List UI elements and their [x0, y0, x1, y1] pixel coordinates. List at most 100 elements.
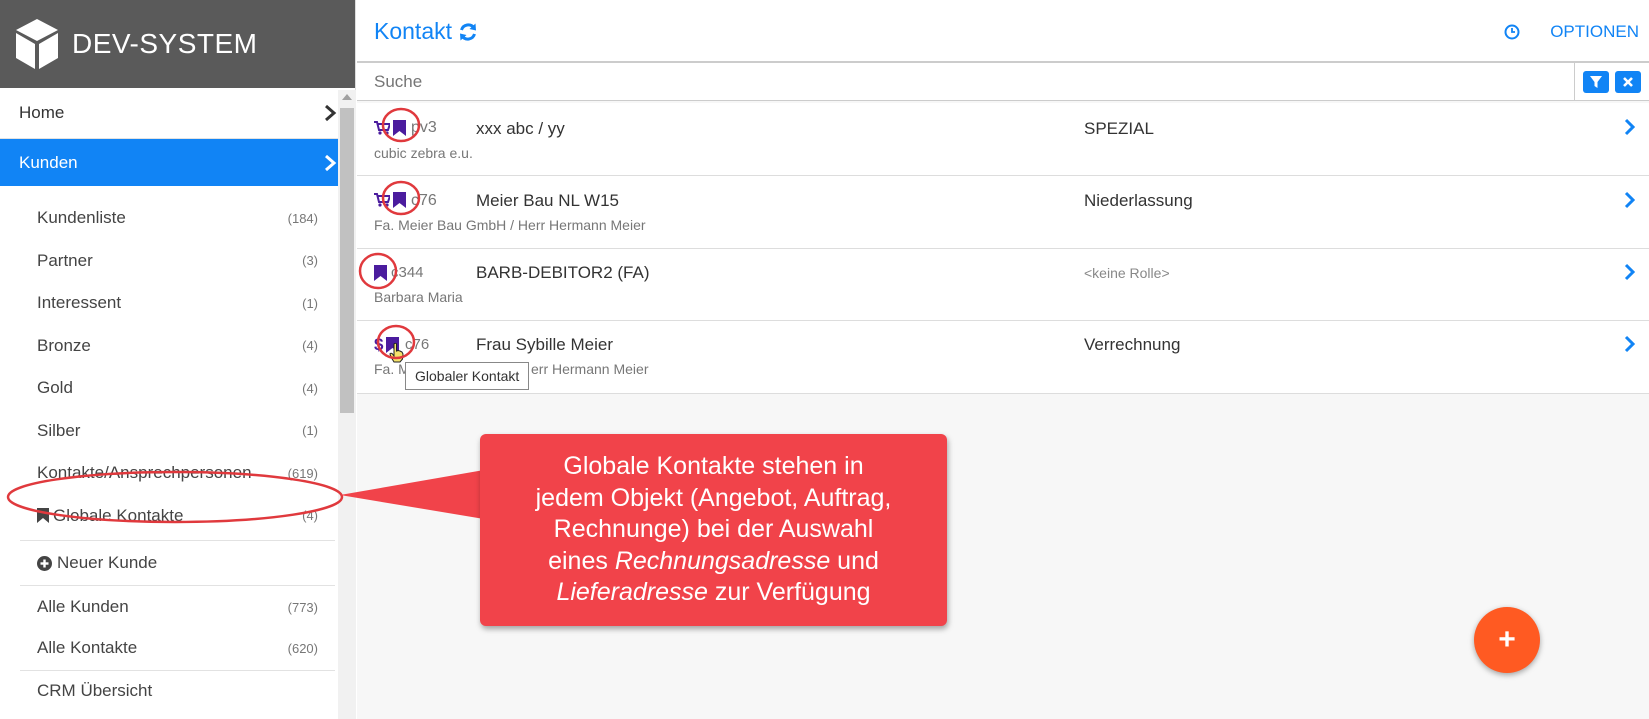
sidebar-item-silber[interactable]: Silber (1) [0, 410, 355, 453]
hand-cursor-icon [389, 343, 404, 363]
filter-icon [1590, 75, 1602, 88]
chevron-right-icon[interactable] [1623, 335, 1635, 353]
search-input[interactable] [357, 63, 1575, 100]
callout-text: eines [548, 546, 615, 575]
chevron-right-icon[interactable] [1623, 118, 1635, 136]
nav-kunden[interactable]: Kunden [0, 139, 355, 186]
contact-name: xxx abc / yy [476, 119, 565, 138]
refresh-icon[interactable] [458, 22, 478, 42]
contact-code: pv3 [411, 119, 437, 136]
contact-list: pv3 xxx abc / yy cubic zebra e.u. SPEZIA… [357, 103, 1649, 394]
contact-row[interactable]: c344 BARB-DEBITOR2 (FA) Barbara Maria <k… [357, 249, 1649, 321]
contact-company: Barbara Maria [374, 289, 463, 305]
close-icon [1623, 76, 1633, 87]
callout-line: eines Rechnungsadresse und [480, 546, 947, 578]
callout-line: jedem Objekt (Angebot, Auftrag, [535, 483, 892, 512]
plus-circle-icon [37, 555, 52, 571]
contact-row[interactable]: c76 Meier Bau NL W15 Fa. Meier Bau GmbH … [357, 176, 1649, 249]
brand-title: DEV-SYSTEM [72, 28, 258, 59]
sidebar-item-label: Silber [37, 420, 81, 440]
sidebar-item-count: (4) [302, 338, 318, 354]
chevron-right-icon[interactable] [1623, 263, 1635, 281]
sidebar-item-interessent[interactable]: Interessent (1) [0, 282, 355, 325]
sidebar-item-label: Alle Kontakte [37, 638, 138, 657]
contact-company: Fa. Meier Bau GmbH / Herr Hermann Meier [374, 217, 646, 233]
sidebar-item-count: (1) [302, 423, 318, 439]
sidebar-item-label: Partner [37, 250, 93, 270]
sidebar-item-bronze[interactable]: Bronze (4) [0, 325, 355, 368]
sidebar-item-crm[interactable]: CRM Übersicht [0, 671, 355, 711]
callout-emphasis: Lieferadresse [556, 578, 708, 606]
sidebar-item-kontakte[interactable]: Kontakte/Ansprechpersonen (619) [0, 452, 355, 495]
callout-line: Globale Kontakte stehen in [563, 452, 864, 480]
sidebar: DEV-SYSTEM Home Kunden Kundenliste (184)… [0, 0, 356, 719]
bookmark-icon [374, 265, 387, 281]
sidebar-item-label: Alle Kunden [37, 597, 129, 616]
sidebar-item-gold[interactable]: Gold (4) [0, 367, 355, 410]
bookmark-icon [393, 120, 406, 136]
new-customer-label: Neuer Kunde [57, 553, 158, 572]
callout-emphasis: Rechnungsadresse [614, 546, 831, 575]
sidebar-item-label: Interessent [37, 293, 122, 313]
add-button[interactable]: + [1474, 607, 1540, 673]
sidebar-scrollbar[interactable] [338, 90, 356, 719]
tooltip: Globaler Kontakt [405, 362, 530, 390]
bookmark-icon [37, 508, 49, 524]
sidebar-item-count: (3) [302, 253, 318, 269]
sidebar-item-count: (1) [302, 295, 318, 311]
page-header: Kontakt OPTIONEN [357, 0, 1649, 64]
sidebar-item-count: (184) [287, 210, 318, 226]
sidebar-item-count: (619) [287, 465, 318, 481]
sidebar-item-count: (4) [302, 508, 318, 524]
contact-role: SPEZIAL [1084, 119, 1154, 138]
sidebar-item-count: (620) [287, 640, 318, 656]
nav-home-label: Home [19, 103, 65, 122]
clock-icon[interactable] [1504, 24, 1520, 40]
sidebar-item-globale-kontakte[interactable]: Globale Kontakte (4) [0, 495, 355, 538]
chevron-right-icon[interactable] [1623, 191, 1635, 209]
new-customer-button[interactable]: Neuer Kunde [0, 541, 355, 585]
sidebar-item-label: Bronze [37, 335, 91, 355]
cube-logo-icon [16, 19, 58, 69]
contact-code: c76 [405, 336, 430, 353]
nav-home[interactable]: Home [0, 88, 355, 139]
filter-button[interactable] [1583, 70, 1609, 93]
callout-text: und [830, 546, 879, 575]
search-bar [357, 61, 1649, 101]
contact-role: Niederlassung [1084, 191, 1193, 210]
callout-text: zur Verfügung [707, 578, 871, 606]
contact-code: c76 [411, 192, 437, 209]
sidebar-item-alle-kunden[interactable]: Alle Kunden (773) [0, 586, 355, 628]
options-button[interactable]: OPTIONEN [1550, 22, 1639, 42]
contact-row[interactable]: pv3 xxx abc / yy cubic zebra e.u. SPEZIA… [357, 103, 1649, 176]
contact-role: <keine Rolle> [1084, 265, 1170, 281]
clear-filter-button[interactable] [1615, 70, 1641, 93]
sidebar-item-label: Kundenliste [37, 208, 126, 228]
contact-row[interactable]: $ c76 Frau Sybille Meier Fa. M err Herma… [357, 321, 1649, 394]
page-title: Kontakt [374, 18, 452, 44]
callout-line: Lieferadresse zur Verfügung [480, 577, 947, 609]
contact-name: BARB-DEBITOR2 (FA) [476, 263, 650, 282]
sidebar-item-label: Globale Kontakte [53, 505, 184, 525]
dollar-icon: $ [374, 335, 384, 354]
sidebar-item-count: (773) [287, 599, 318, 615]
sidebar-item-kundenliste[interactable]: Kundenliste (184) [0, 197, 355, 240]
sidebar-item-label: Kontakte/Ansprechpersonen [37, 463, 252, 483]
chevron-right-icon [325, 154, 337, 171]
scroll-up-arrow-icon[interactable] [342, 94, 352, 100]
callout-box: Globale Kontakte stehen in jedem Objekt … [480, 434, 947, 626]
sidebar-item-partner[interactable]: Partner (3) [0, 240, 355, 283]
sidebar-item-label: CRM Übersicht [37, 681, 153, 700]
scroll-thumb[interactable] [340, 108, 354, 413]
contact-role: Verrechnung [1084, 335, 1181, 354]
contact-company-rest: err Hermann Meier [531, 361, 649, 377]
sidebar-item-label: Gold [37, 378, 73, 398]
chevron-right-icon [325, 104, 337, 122]
sidebar-item-alle-kontakte[interactable]: Alle Kontakte (620) [0, 628, 355, 668]
brand-header[interactable]: DEV-SYSTEM [0, 0, 355, 88]
contact-code: c344 [391, 264, 424, 281]
cart-icon [374, 193, 390, 207]
cart-icon [374, 121, 390, 135]
nav-kunden-label: Kunden [19, 152, 78, 172]
bookmark-icon [393, 192, 406, 208]
